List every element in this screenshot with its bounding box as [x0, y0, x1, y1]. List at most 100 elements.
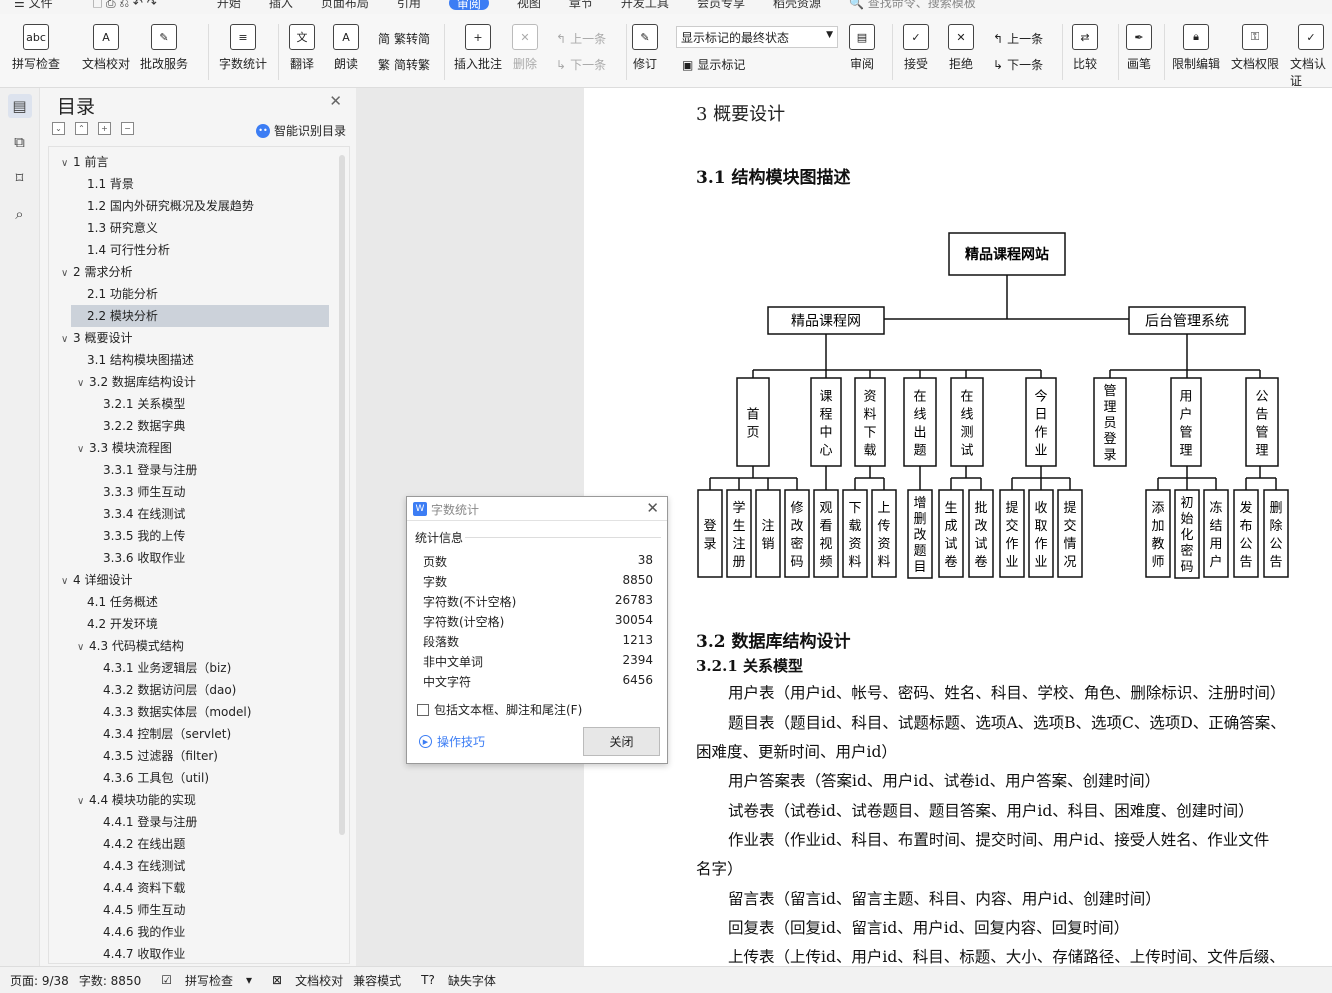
chevron-down-icon[interactable]: ∨: [77, 791, 89, 813]
track-changes-button[interactable]: ✎ 修订: [632, 24, 658, 72]
toc-item[interactable]: 3.3.3 师生互动: [49, 481, 339, 503]
toc-item[interactable]: 2.2 模块分析: [71, 305, 329, 327]
toc-item[interactable]: 1.3 研究意义: [49, 217, 339, 239]
dialog-header[interactable]: W 字数统计 ✕: [407, 497, 667, 521]
tab-member[interactable]: 会员专享: [697, 0, 745, 9]
command-search[interactable]: 🔍 查找命令、搜索模板: [849, 0, 976, 9]
doc-proof-status[interactable]: ⊠ 文档校对: [262, 972, 343, 989]
toc-item[interactable]: 4.4.4 资料下载: [49, 877, 339, 899]
trad-to-simp-button[interactable]: 简繁转简: [378, 30, 430, 47]
toc-item[interactable]: 2.1 功能分析: [49, 283, 339, 305]
next-change-button[interactable]: ↳ 下一条: [993, 56, 1043, 73]
close-icon[interactable]: ✕: [329, 92, 342, 110]
toc-item[interactable]: 1.2 国内外研究概况及发展趋势: [49, 195, 339, 217]
toc-item[interactable]: 3.3.4 在线测试: [49, 503, 339, 525]
toc-item[interactable]: 4.3.4 控制层（servlet): [49, 723, 339, 745]
next-comment-button[interactable]: ↳ 下一条: [556, 56, 606, 73]
annotate-service-button[interactable]: ✎ 批改服务: [140, 24, 188, 72]
toc-item[interactable]: 3.3.1 登录与注册: [49, 459, 339, 481]
toc-item[interactable]: 3.2.2 数据字典: [49, 415, 339, 437]
toc-item[interactable]: 4.4.7 收取作业: [49, 943, 339, 963]
show-markup-button[interactable]: ▣ 显示标记: [682, 56, 745, 73]
toc-item[interactable]: 4.4.3 在线测试: [49, 855, 339, 877]
close-icon[interactable]: ✕: [646, 499, 659, 517]
toc-item[interactable]: ∨ 2 需求分析: [49, 261, 339, 283]
toc-item[interactable]: 4.1 任务概述: [49, 591, 339, 613]
word-count-indicator[interactable]: 字数: 8850: [79, 972, 141, 989]
search-icon[interactable]: ⌕: [8, 202, 32, 226]
toc-item[interactable]: 1.4 可行性分析: [49, 239, 339, 261]
collapse-all-icon[interactable]: ⌄: [52, 122, 65, 135]
review-pane-button[interactable]: ▤ 审阅: [849, 24, 875, 72]
missing-font-status[interactable]: T? 缺失字体: [411, 972, 496, 989]
toc-item[interactable]: ∨ 3.2 数据库结构设计: [49, 371, 339, 393]
chevron-down-icon[interactable]: ∨: [77, 373, 89, 395]
file-menu[interactable]: ☰ 文件: [14, 0, 53, 9]
toc-icon[interactable]: ▤: [7, 94, 32, 118]
toc-item[interactable]: 4.3.2 数据访问层（dao): [49, 679, 339, 701]
tab-view[interactable]: 视图: [517, 0, 541, 9]
tips-link[interactable]: ▶ 操作技巧: [419, 733, 485, 750]
toc-item[interactable]: 3.2.1 关系模型: [49, 393, 339, 415]
translate-button[interactable]: 文翻译: [289, 24, 315, 72]
quick-icons[interactable]: 🗋 ⎙ ⎌ ↶ ↷: [93, 0, 157, 9]
toc-item[interactable]: 3.3.5 我的上传: [49, 525, 339, 547]
markup-mode-select[interactable]: 显示标记的最终状态 ▼: [676, 26, 838, 48]
tab-layout[interactable]: 页面布局: [321, 0, 369, 9]
toc-item[interactable]: 4.4.2 在线出题: [49, 833, 339, 855]
toc-item[interactable]: 3.1 结构模块图描述: [49, 349, 339, 371]
toc-item[interactable]: ∨ 3 概要设计: [49, 327, 339, 349]
toc-item[interactable]: ∨ 1 前言: [49, 151, 339, 173]
prev-change-button[interactable]: ↰ 上一条: [993, 30, 1043, 47]
pen-button[interactable]: ✒ 画笔: [1126, 24, 1152, 72]
toc-item[interactable]: 4.3.6 工具包（util): [49, 767, 339, 789]
tab-devtools[interactable]: 开发工具: [621, 0, 669, 9]
restrict-edit-button[interactable]: 🔒︎ 限制编辑: [1172, 24, 1220, 72]
word-count-button[interactable]: ≡ 字数统计: [219, 24, 267, 72]
simp-to-trad-button[interactable]: 繁简转繁: [378, 56, 430, 73]
doc-permission-button[interactable]: ⚿ 文档权限: [1231, 24, 1279, 72]
doc-cert-button[interactable]: ✓ 文档认证: [1290, 24, 1332, 87]
tab-insert[interactable]: 插入: [269, 0, 293, 9]
chevron-down-icon[interactable]: ∨: [61, 153, 73, 175]
delete-comment-button[interactable]: ✕ 删除: [512, 24, 538, 72]
toc-item[interactable]: 4.3.3 数据实体层（model): [49, 701, 339, 723]
toc-item[interactable]: ∨ 3.3 模块流程图: [49, 437, 339, 459]
close-button[interactable]: 关闭: [583, 727, 660, 756]
accept-button[interactable]: ✓ 接受: [903, 24, 929, 72]
toc-item[interactable]: 4.3.5 过滤器（filter): [49, 745, 339, 767]
tab-review[interactable]: 审阅: [448, 0, 489, 10]
smart-toc-button[interactable]: •• 智能识别目录: [255, 122, 346, 139]
toc-item[interactable]: 1.1 背景: [49, 173, 339, 195]
chapter-icon[interactable]: ⧉: [8, 130, 32, 154]
chevron-down-icon[interactable]: ∨: [61, 571, 73, 593]
toc-item[interactable]: ∨ 4.3 代码模式结构: [49, 635, 339, 657]
compare-button[interactable]: ⇄ 比较: [1072, 24, 1098, 72]
reject-button[interactable]: ✕ 拒绝: [948, 24, 974, 72]
toc-item[interactable]: 4.4.1 登录与注册: [49, 811, 339, 833]
tab-reference[interactable]: 引用: [397, 0, 421, 9]
prev-comment-button[interactable]: ↰ 上一条: [556, 30, 606, 47]
chevron-down-icon[interactable]: ∨: [77, 637, 89, 659]
add-heading-icon[interactable]: +: [98, 122, 111, 135]
include-footnotes-checkbox[interactable]: 包括文本框、脚注和尾注(F): [417, 701, 582, 718]
page-indicator[interactable]: 页面: 9/38: [10, 972, 69, 989]
toc-item[interactable]: 4.4.6 我的作业: [49, 921, 339, 943]
tab-docer[interactable]: 稻壳资源: [773, 0, 821, 9]
toc-item[interactable]: 3.3.6 收取作业: [49, 547, 339, 569]
read-aloud-button[interactable]: A 朗读: [333, 24, 359, 72]
toc-item[interactable]: ∨ 4 详细设计: [49, 569, 339, 591]
doc-proof-button[interactable]: A 文档校对: [82, 24, 130, 72]
chevron-down-icon[interactable]: ∨: [61, 263, 73, 285]
tab-start[interactable]: 开始: [217, 0, 241, 9]
spell-check-status[interactable]: ☑ 拼写检查 ▾: [151, 972, 252, 989]
expand-all-icon[interactable]: ⌃: [75, 122, 88, 135]
checkbox-box[interactable]: [417, 703, 429, 716]
toc-scrollbar[interactable]: [339, 155, 345, 835]
insert-comment-button[interactable]: + 插入批注: [454, 24, 502, 72]
chevron-down-icon[interactable]: ∨: [61, 329, 73, 351]
toc-item[interactable]: 4.4.5 师生互动: [49, 899, 339, 921]
toc-item[interactable]: 4.3.1 业务逻辑层（biz): [49, 657, 339, 679]
toc-item[interactable]: ∨ 4.4 模块功能的实现: [49, 789, 339, 811]
chevron-down-icon[interactable]: ∨: [77, 439, 89, 461]
